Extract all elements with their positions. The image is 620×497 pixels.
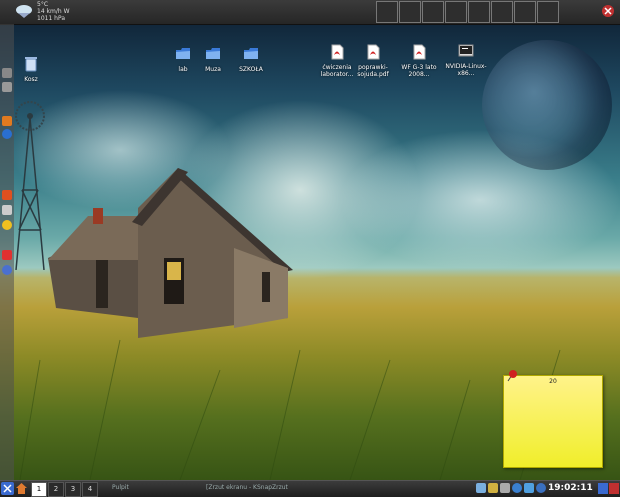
show-desktop-icon[interactable] [598,483,608,494]
bluetooth-tray-icon[interactable] [512,483,522,493]
pager-cell[interactable] [537,1,559,23]
workspace-2[interactable]: 2 [48,482,64,497]
desktop-icon-label: SZKOŁA [239,66,263,73]
task-zrzut[interactable]: Zrzut [272,484,288,491]
sticky-note[interactable]: 20 [503,375,603,468]
task-ksnapshot[interactable]: [Zrzut ekranu - KSnap... [206,484,278,491]
folder-icon [244,48,258,59]
desktop-icon-poprawkowa[interactable]: poprawki-sojuda.pdf [348,44,398,78]
workspace-3[interactable]: 3 [65,482,81,497]
workspace-pager[interactable] [376,1,560,23]
network-tray-icon[interactable] [476,483,486,493]
pager-cell[interactable] [445,1,467,23]
pager-cell[interactable] [399,1,421,23]
pager-cell[interactable] [422,1,444,23]
archive-icon[interactable] [2,190,12,200]
start-menu-icon[interactable] [1,482,14,495]
taskbar: 1 2 3 4 Pulpit [Zrzut ekranu - KSnap... … [0,480,620,497]
workspace-4[interactable]: 4 [82,482,98,497]
monitor-icon[interactable] [2,82,12,92]
desktop-icon-kosz[interactable]: Kosz [6,56,56,83]
clipboard-tray-icon[interactable] [488,483,498,493]
folder-icon [206,48,220,59]
pager-cell[interactable] [376,1,398,23]
left-dock [0,24,14,480]
desktop-icon-label: NVIDIA-Linux-x86... [445,63,487,77]
pager-cell[interactable] [514,1,536,23]
browser-icon[interactable] [2,129,12,139]
pdf-icon [367,44,380,60]
weather-cloud-icon[interactable] [15,3,33,19]
volume-tray-icon[interactable] [524,483,534,493]
weather-temperature: 5°C [37,1,49,8]
pen-tray-icon[interactable] [500,483,510,493]
clock[interactable]: 19:02:11 [548,483,593,493]
desktop-icon-label: Kosz [24,76,38,83]
weather-readout: 5°C 14 km/h W 1011 hPa [37,1,70,22]
executable-icon [458,44,474,57]
network-icon[interactable] [2,265,12,275]
top-panel: 5°C 14 km/h W 1011 hPa [0,0,620,25]
gmail-icon[interactable] [2,250,12,260]
desktop-icon-szkola[interactable]: SZKOŁA [226,46,276,73]
wallpaper-moon [482,40,612,170]
close-icon[interactable] [601,4,615,18]
file-manager-icon[interactable] [2,205,12,215]
trash-icon [25,57,37,72]
workspace-1[interactable]: 1 [31,482,47,497]
pager-cell[interactable] [491,1,513,23]
weather-wind: 14 km/h W [37,8,70,15]
desktop-icon-wf[interactable]: WF G-3 lato 2008... [394,44,444,78]
pushpin-icon [507,370,517,382]
desktop-icon-label: WF G-3 lato 2008... [401,64,437,78]
pdf-icon [413,44,426,60]
firefox-icon[interactable] [2,116,12,126]
pdf-icon [331,44,344,60]
update-tray-icon[interactable] [536,483,546,493]
desktop-icon-label: poprawki-sojuda.pdf [357,64,389,78]
home-icon[interactable] [15,482,28,495]
pager-cell[interactable] [468,1,490,23]
weather-pressure: 1011 hPa [37,15,66,22]
desktop-icon-nvidia[interactable]: NVIDIA-Linux-x86... [441,43,491,77]
logout-icon[interactable] [609,483,619,494]
task-pulpit[interactable]: Pulpit [112,484,129,491]
sun-icon[interactable] [2,220,12,230]
